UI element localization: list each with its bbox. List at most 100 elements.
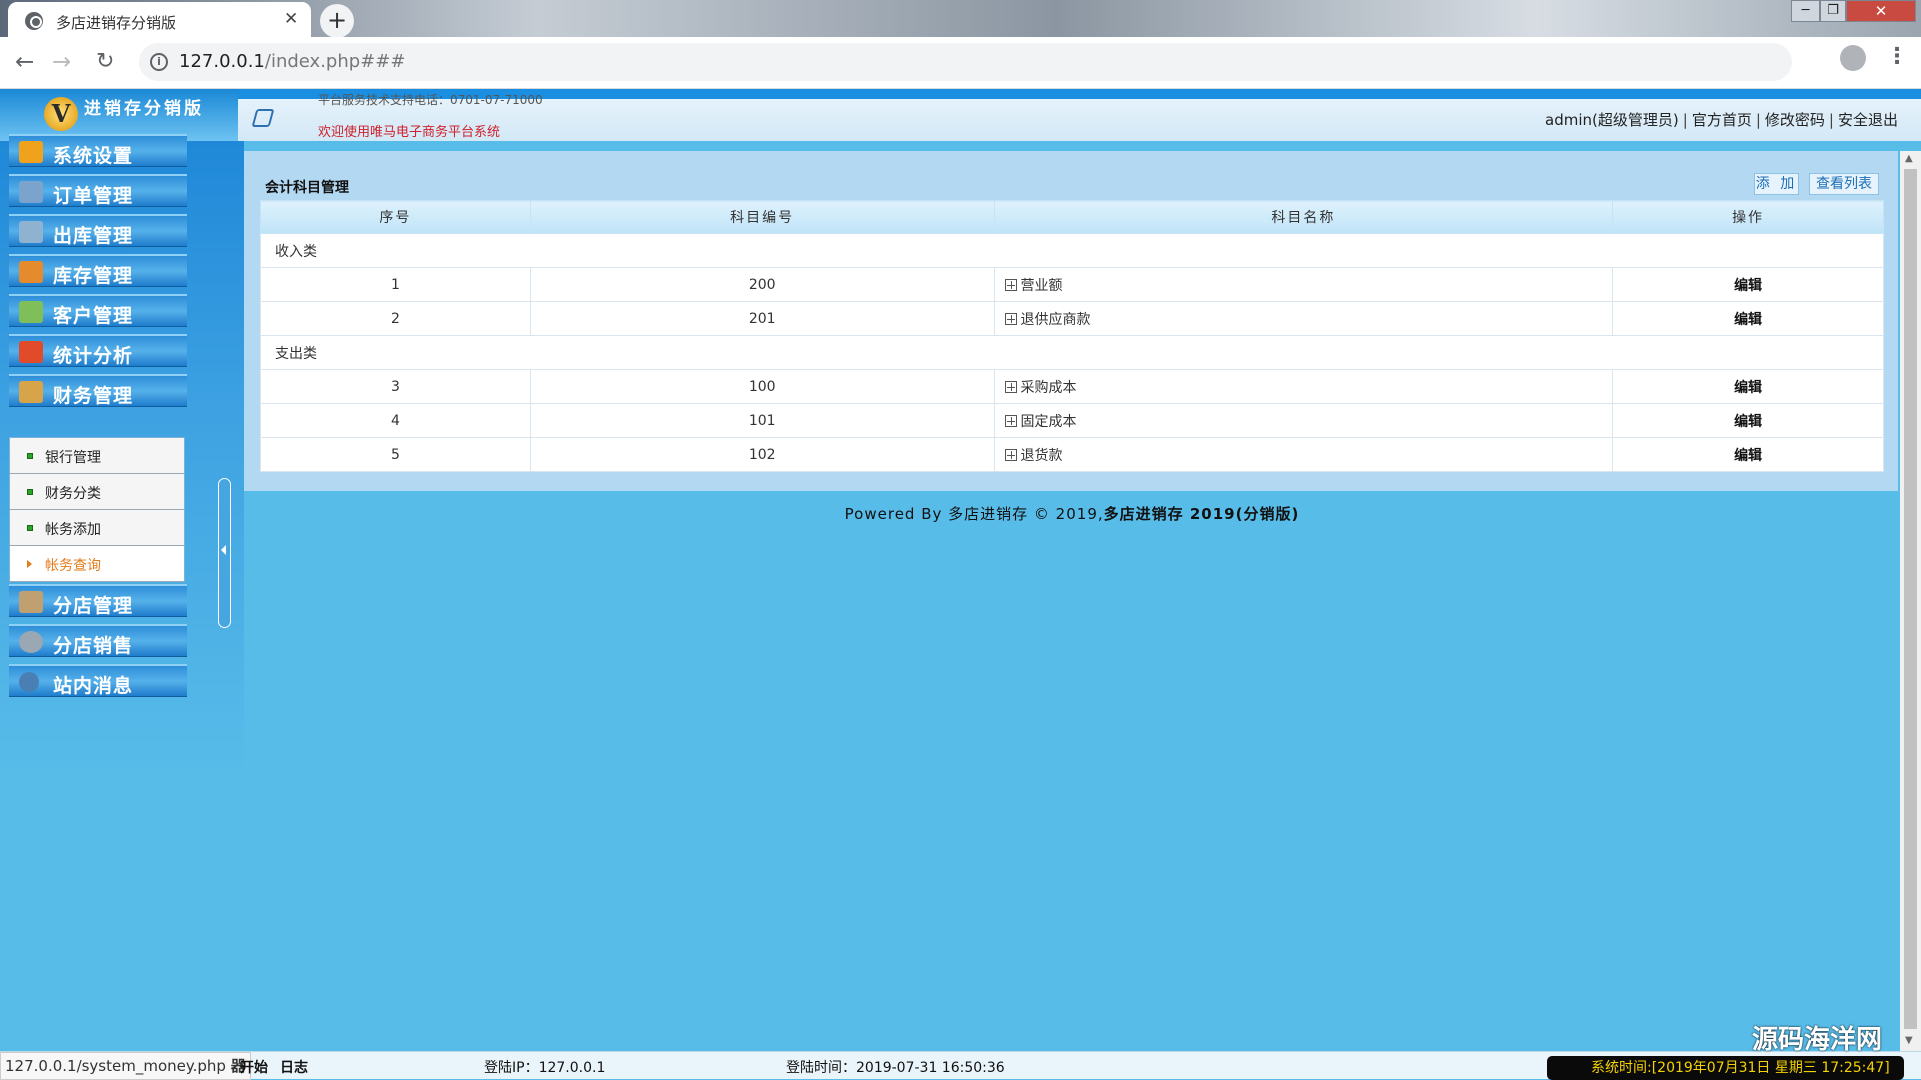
logo-text: 进销存分销版 xyxy=(84,99,204,119)
branch-icon xyxy=(19,591,43,613)
account-name: 采购成本 xyxy=(1020,379,1077,396)
login-ip: 登陆IP：127.0.0.1 xyxy=(484,1060,606,1076)
add-button[interactable]: 添 加 xyxy=(1754,173,1799,195)
browser-menu-icon[interactable]: ⋮ xyxy=(1886,44,1908,69)
group-label: 支出类 xyxy=(260,335,1884,370)
column-header-name: 科目名称 xyxy=(993,200,1614,234)
cell-code: 102 xyxy=(529,437,995,472)
edit-link[interactable]: 编辑 xyxy=(1612,267,1884,302)
status-url-text: 127.0.0.1/system_money.php xyxy=(5,1057,226,1075)
address-bar[interactable]: i 127.0.0.1/index.php### ☆ xyxy=(139,43,1792,81)
browser-tab[interactable]: 多店进销存分销版 ✕ xyxy=(8,2,311,39)
start-link[interactable]: 开始 xyxy=(240,1057,268,1077)
browser-toolbar: ← → ↻ i 127.0.0.1/index.php### ☆ ⋮ xyxy=(0,37,1921,89)
expand-plus-icon[interactable] xyxy=(1004,380,1017,393)
log-link[interactable]: 日志 xyxy=(280,1057,308,1077)
sidebar-item-branch-sales[interactable]: 分店销售 xyxy=(9,624,187,657)
change-password-link[interactable]: 修改密码 xyxy=(1765,111,1825,129)
page-scrollbar[interactable]: ▲ ▼ xyxy=(1900,151,1921,1051)
scroll-up-arrow-icon[interactable]: ▲ xyxy=(1905,153,1913,164)
sidebar-item-finance[interactable]: 财务管理 xyxy=(9,374,187,407)
bullet-icon xyxy=(27,525,33,531)
header-support-text: 平台服务技术支持电话：0701-07-71000 xyxy=(318,93,543,107)
cell-code: 200 xyxy=(529,267,995,302)
account-name: 营业额 xyxy=(1020,277,1063,294)
cell-seq: 5 xyxy=(260,437,531,472)
info-icon xyxy=(19,672,39,692)
gear-icon xyxy=(19,631,43,653)
window-minimize-button[interactable]: ─ xyxy=(1791,0,1820,22)
sidebar-item-outbound[interactable]: 出库管理 xyxy=(9,214,187,247)
wrench-icon xyxy=(19,141,43,163)
footer-copyright: Powered By 多店进销存 © 2019,多店进销存 2019(分销版) xyxy=(244,503,1900,524)
watermark-text: 源码海洋网 xyxy=(1752,1025,1883,1055)
header-welcome-text: 欢迎使用唯马电子商务平台系统 xyxy=(318,125,501,140)
submenu-item-account-add[interactable]: 帐务添加 xyxy=(10,510,184,546)
window-close-button[interactable]: ✕ xyxy=(1846,0,1916,22)
cell-name: 退供应商款 xyxy=(993,301,1614,336)
expand-plus-icon[interactable] xyxy=(1004,278,1017,291)
homepage-link[interactable]: 官方首页 xyxy=(1692,111,1752,129)
accounts-table: 序号 科目编号 科目名称 操作 收入类 1 200 营业额 编辑 2 201 退… xyxy=(260,200,1884,472)
submenu-item-account-query[interactable]: 帐务查询 xyxy=(10,546,184,582)
url-path: /index.php### xyxy=(264,51,406,72)
close-tab-icon[interactable]: ✕ xyxy=(284,9,298,29)
new-tab-button[interactable]: + xyxy=(320,4,354,38)
sidebar-item-branches[interactable]: 分店管理 xyxy=(9,584,187,617)
globe-icon xyxy=(25,12,43,30)
edit-link[interactable]: 编辑 xyxy=(1612,369,1884,404)
forward-arrow-icon[interactable]: → xyxy=(52,49,71,75)
expand-plus-icon[interactable] xyxy=(1004,312,1017,325)
sidebar-item-messages[interactable]: 站内消息 xyxy=(9,664,187,697)
system-time: 系统时间:[2019年07月31日 星期三 17:25:47] xyxy=(1547,1056,1904,1080)
submenu-item-bank[interactable]: 银行管理 xyxy=(10,438,184,474)
sidebar-item-label: 出库管理 xyxy=(53,225,134,247)
column-header-action: 操作 xyxy=(1612,200,1884,234)
main-content: 会计科目管理 添 加 查看列表 序号 科目编号 科目名称 操作 收入类 1 20… xyxy=(244,151,1900,1051)
finance-icon xyxy=(19,381,43,403)
bullet-icon xyxy=(27,489,33,495)
scrollbar-thumb[interactable] xyxy=(1904,169,1917,1029)
cell-name: 营业额 xyxy=(993,267,1614,302)
edit-link[interactable]: 编辑 xyxy=(1612,437,1884,472)
submenu-item-finance-category[interactable]: 财务分类 xyxy=(10,474,184,510)
logout-link[interactable]: 安全退出 xyxy=(1838,111,1898,129)
profile-avatar-icon[interactable] xyxy=(1840,45,1866,71)
group-label: 收入类 xyxy=(260,233,1884,268)
scroll-down-arrow-icon[interactable]: ▼ xyxy=(1905,1035,1913,1046)
expand-plus-icon[interactable] xyxy=(1004,448,1017,461)
login-time: 登陆时间：2019-07-31 16:50:36 xyxy=(786,1060,1005,1076)
table-row: 2 201 退供应商款 编辑 xyxy=(260,301,1884,336)
sidebar-item-system-settings[interactable]: 系统设置 xyxy=(9,134,187,167)
reload-icon[interactable]: ↻ xyxy=(96,49,114,74)
cell-seq: 4 xyxy=(260,403,531,438)
sidebar-item-label: 站内消息 xyxy=(53,675,134,697)
tab-title: 多店进销存分销版 xyxy=(56,14,177,32)
edit-link[interactable]: 编辑 xyxy=(1612,301,1884,336)
sidebar-item-orders[interactable]: 订单管理 xyxy=(9,174,187,207)
cell-seq: 2 xyxy=(260,301,531,336)
back-arrow-icon[interactable]: ← xyxy=(15,49,34,75)
account-name: 退货款 xyxy=(1020,447,1063,464)
edit-link[interactable]: 编辑 xyxy=(1612,403,1884,438)
cell-name: 固定成本 xyxy=(993,403,1614,438)
view-list-button[interactable]: 查看列表 xyxy=(1809,173,1879,195)
column-header-code: 科目编号 xyxy=(529,200,995,234)
outbound-icon xyxy=(19,221,43,243)
sidebar-item-label: 财务管理 xyxy=(53,385,134,407)
logo-badge-icon: V xyxy=(44,97,78,131)
status-url: 127.0.0.1/system_money.php 器 xyxy=(0,1052,251,1080)
inventory-icon xyxy=(19,261,43,283)
sidebar-item-statistics[interactable]: 统计分析 xyxy=(9,334,187,367)
table-row: 1 200 营业额 编辑 xyxy=(260,267,1884,302)
sidebar-item-label: 客户管理 xyxy=(53,305,134,327)
cell-seq: 1 xyxy=(260,267,531,302)
url-text[interactable]: 127.0.0.1/index.php### xyxy=(179,51,405,72)
window-maximize-button[interactable]: ❐ xyxy=(1820,0,1846,22)
site-info-icon[interactable]: i xyxy=(150,53,168,71)
sidebar-item-customers[interactable]: 客户管理 xyxy=(9,294,187,327)
current-user-link[interactable]: admin(超级管理员) xyxy=(1545,111,1679,129)
sidebar-collapse-handle[interactable] xyxy=(218,478,231,628)
sidebar-item-inventory[interactable]: 库存管理 xyxy=(9,254,187,287)
expand-plus-icon[interactable] xyxy=(1004,414,1017,427)
